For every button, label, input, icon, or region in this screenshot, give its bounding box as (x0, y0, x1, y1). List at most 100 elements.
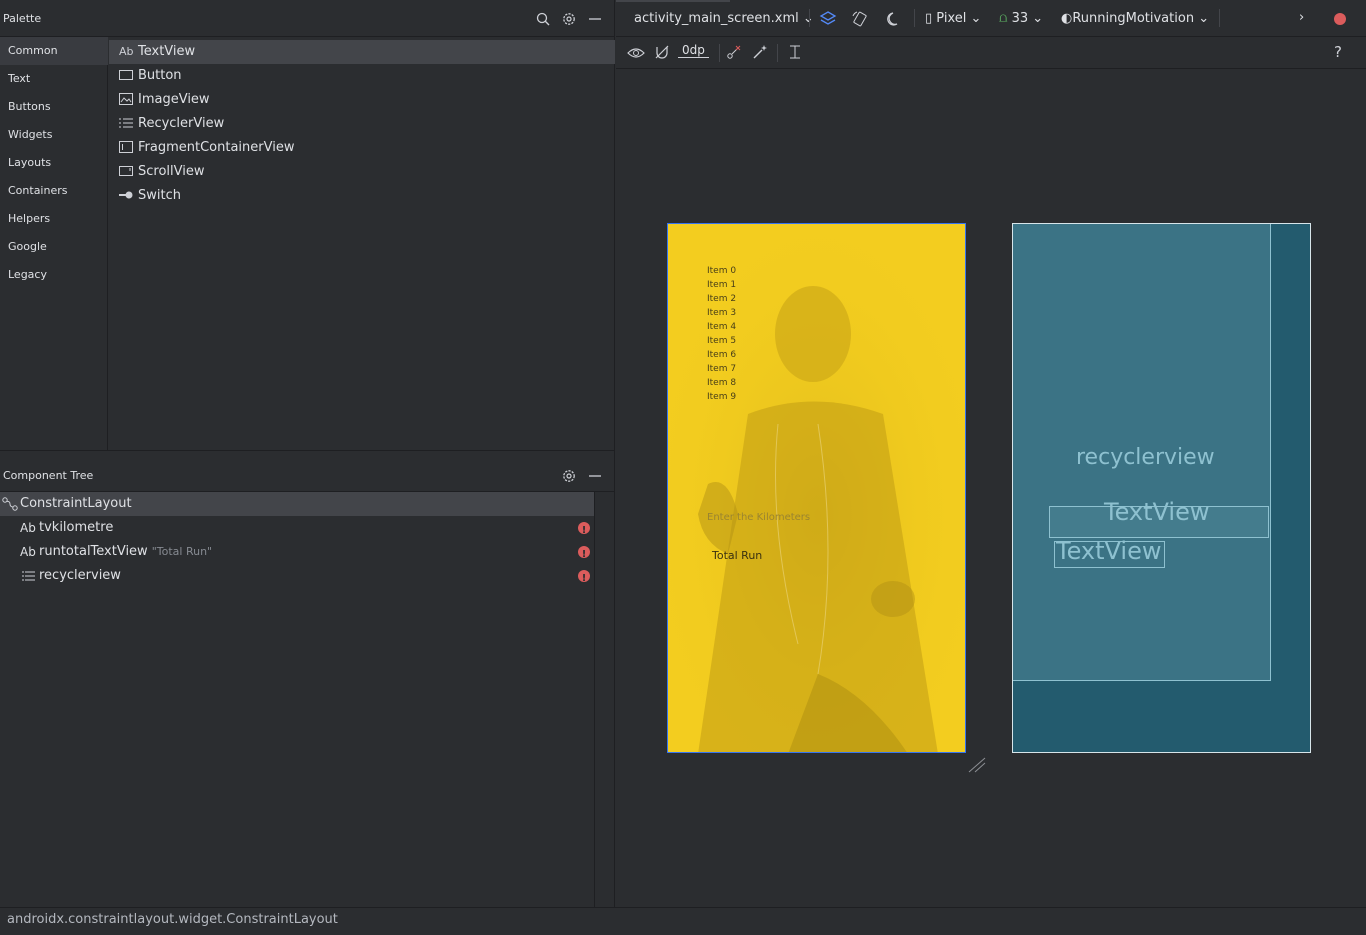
palette-widget-button[interactable]: Button (109, 64, 615, 88)
widget-label: Button (138, 68, 182, 83)
category-label: Widgets (8, 128, 53, 141)
palette-category-common[interactable]: Common (0, 37, 108, 65)
chevron-down-icon: ⌄ (1032, 11, 1044, 26)
palette-category-legacy[interactable]: Legacy (0, 261, 108, 289)
help-icon[interactable]: ? (1334, 43, 1342, 61)
palette-category-google[interactable]: Google (0, 233, 108, 261)
panel-divider[interactable] (0, 450, 615, 459)
switch-icon (119, 189, 135, 203)
widget-label: ScrollView (138, 164, 205, 179)
palette-widget-scrollview[interactable]: ScrollView (109, 160, 615, 184)
blueprint-recyclerview-label: recyclerview (1076, 445, 1215, 470)
orientation-icon[interactable] (851, 10, 869, 28)
palette-widgets: Ab TextView Button ImageView RecyclerVie… (109, 37, 615, 450)
theme-icon: ◐ (1061, 11, 1073, 26)
list-item: Item 6 (707, 350, 737, 360)
align-icon[interactable] (787, 44, 803, 60)
kilometre-input-hint[interactable]: Enter the Kilometers (707, 512, 810, 523)
night-mode-icon[interactable] (885, 10, 903, 28)
palette-category-buttons[interactable]: Buttons (0, 93, 108, 121)
textview-icon: Ab (20, 521, 36, 535)
list-item: Item 4 (707, 322, 737, 332)
tree-divider (594, 492, 595, 907)
list-icon (22, 570, 35, 582)
theme-selector[interactable]: ◐RunningMotivation ⌄ (1061, 11, 1209, 26)
palette-category-text[interactable]: Text (0, 65, 108, 93)
tree-item-label: runtotalTextView (39, 544, 148, 559)
list-item: Item 1 (707, 280, 737, 290)
palette-header: Palette (0, 0, 615, 37)
clear-constraints-icon[interactable] (726, 44, 742, 60)
blueprint-preview[interactable]: recyclerview TextView TextView (1012, 223, 1311, 753)
api-level: 33 (1011, 11, 1029, 26)
magic-wand-icon[interactable] (752, 44, 768, 60)
palette-category-helpers[interactable]: Helpers (0, 205, 108, 233)
palette-widget-imageview[interactable]: ImageView (109, 88, 615, 112)
component-tree-title: Component Tree (3, 469, 94, 482)
widget-label: Switch (138, 188, 181, 203)
component-tree-header: Component Tree (0, 459, 615, 492)
list-item: Item 7 (707, 364, 737, 374)
palette-widget-switch[interactable]: Switch (109, 184, 615, 208)
default-margin-selector[interactable]: 0dp (678, 43, 709, 58)
blueprint-textview-label: TextView (1104, 498, 1210, 526)
gear-icon[interactable] (561, 468, 577, 484)
search-icon[interactable] (535, 11, 551, 27)
chevron-down-icon: ⌄ (1198, 11, 1210, 26)
device-name: Pixel (936, 11, 967, 26)
palette-title: Palette (3, 12, 42, 25)
api-selector[interactable]: ⩍ 33 ⌄ (999, 11, 1043, 26)
gear-icon[interactable] (561, 11, 577, 27)
android-icon: ⩍ (999, 11, 1008, 26)
category-label: Common (8, 44, 58, 57)
constraint-layout-icon (2, 497, 18, 511)
palette-category-widgets[interactable]: Widgets (0, 121, 108, 149)
chevron-right-icon[interactable]: › (1299, 10, 1304, 25)
error-icon[interactable] (1334, 13, 1346, 25)
status-text: androidx.constraintlayout.widget.Constra… (7, 912, 338, 927)
error-icon[interactable] (578, 567, 590, 591)
tree-item-recyclerview[interactable]: recyclerview (0, 564, 594, 591)
resize-handle-icon[interactable] (967, 756, 987, 774)
component-tree: ConstraintLayout Ab tvkilometre Ab runto… (0, 492, 615, 907)
palette-category-containers[interactable]: Containers (0, 177, 108, 205)
category-label: Google (8, 240, 47, 253)
tree-item-label-group: runtotalTextView "Total Run" (39, 540, 212, 564)
textview-icon: Ab (20, 545, 36, 559)
layers-icon[interactable] (819, 10, 837, 28)
fragment-icon (119, 141, 135, 155)
widget-label: FragmentContainerView (138, 140, 295, 155)
category-label: Buttons (8, 100, 51, 113)
widget-label: TextView (138, 44, 196, 59)
minimize-icon[interactable] (587, 11, 603, 27)
palette-widget-fragmentcontainerview[interactable]: FragmentContainerView (109, 136, 615, 160)
tree-item-runtotaltextview[interactable]: Ab runtotalTextView "Total Run" (0, 540, 594, 567)
blueprint-textview-label: TextView (1056, 537, 1162, 565)
eye-icon[interactable] (626, 45, 646, 61)
tree-item-tvkilometre[interactable]: Ab tvkilometre (0, 516, 594, 543)
palette-category-layouts[interactable]: Layouts (0, 149, 108, 177)
file-name: activity_main_screen.xml (634, 11, 799, 26)
category-label: Layouts (8, 156, 52, 169)
category-label: Legacy (8, 268, 47, 281)
list-item: Item 0 (707, 266, 737, 276)
magnet-icon[interactable] (654, 44, 670, 60)
error-icon[interactable] (578, 543, 590, 567)
palette-widget-textview[interactable]: Ab TextView (109, 40, 615, 64)
palette-widget-recyclerview[interactable]: RecyclerView (109, 112, 615, 136)
list-item: Item 3 (707, 308, 737, 318)
tab-indicator (616, 0, 730, 2)
tree-item-constraintlayout[interactable]: ConstraintLayout (0, 492, 594, 516)
file-selector[interactable]: activity_main_screen.xml ⌄ (634, 11, 814, 26)
design-preview[interactable]: Item 0 Item 1 Item 2 Item 3 Item 4 Item … (667, 223, 966, 753)
divider (1219, 9, 1220, 27)
list-item: Item 2 (707, 294, 737, 304)
total-run-label[interactable]: Total Run (712, 549, 762, 562)
tree-item-label: tvkilometre (39, 520, 114, 535)
error-icon[interactable] (578, 519, 590, 543)
button-icon (119, 69, 135, 83)
minimize-icon[interactable] (587, 468, 603, 484)
textview-icon: Ab (119, 45, 134, 58)
device-selector[interactable]: ▯ Pixel ⌄ (925, 11, 981, 26)
designer-toolbar: 0dp ? (616, 37, 1366, 69)
